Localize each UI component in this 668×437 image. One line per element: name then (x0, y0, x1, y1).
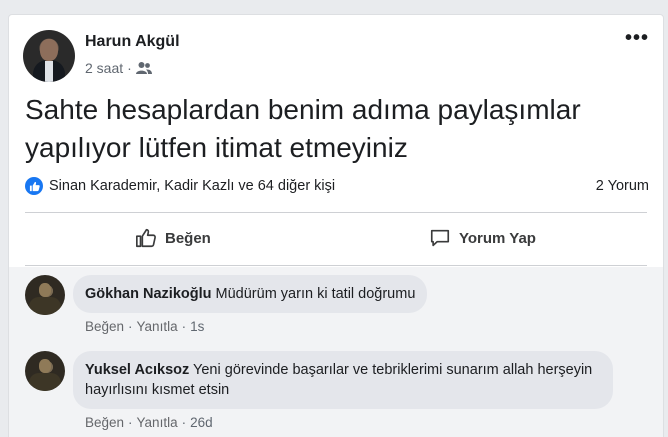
comment-reply-link[interactable]: Yanıtla (137, 319, 178, 334)
commenter-name[interactable]: Yuksel Acıksoz (85, 362, 189, 378)
meta-separator: · (127, 60, 132, 76)
like-reaction-icon (25, 177, 43, 195)
comment-time[interactable]: 26d (190, 415, 213, 430)
comment-bubble: Gökhan Nazikoğlu Müdürüm yarın ki tatil … (73, 275, 428, 313)
comment-count[interactable]: 2 Yorum (596, 178, 649, 194)
like-label: Beğen (165, 229, 211, 247)
post-text: Sahte hesaplardan benim adıma paylaşımla… (25, 94, 581, 163)
comment-like-link[interactable]: Beğen (85, 415, 124, 430)
author-name[interactable]: Harun Akgül (85, 33, 180, 51)
divider (25, 265, 647, 266)
comment-button[interactable]: Yorum Yap (429, 227, 536, 249)
commenter-name[interactable]: Gökhan Nazikoğlu (85, 286, 212, 302)
author-avatar[interactable] (23, 30, 75, 82)
post-time[interactable]: 2 saat (85, 60, 123, 76)
reactions-text: Sinan Karademir, Kadir Kazlı ve 64 diğer… (49, 178, 336, 194)
comment-actions: Beğen · Yanıtla · 26d (85, 415, 213, 430)
comment-icon (430, 229, 450, 247)
comment-reply-link[interactable]: Yanıtla (137, 415, 178, 430)
thumbs-up-icon (136, 228, 156, 248)
comment-actions: Beğen · Yanıtla · 1s (85, 319, 204, 334)
comment-label: Yorum Yap (459, 229, 536, 247)
reactions-summary[interactable]: Sinan Karademir, Kadir Kazlı ve 64 diğer… (25, 177, 335, 195)
comment-action-separator: · (128, 319, 133, 334)
comment-time[interactable]: 1s (190, 319, 204, 334)
like-button[interactable]: Beğen (135, 227, 211, 249)
comments-section: Gökhan Nazikoğlu Müdürüm yarın ki tatil … (9, 267, 663, 437)
divider (25, 212, 647, 213)
comment-like-link[interactable]: Beğen (85, 319, 124, 334)
comment-action-separator: · (181, 319, 187, 334)
comment-action-separator: · (128, 415, 133, 430)
comment-action-separator: · (181, 415, 187, 430)
post-meta: 2 saat · (85, 60, 152, 76)
post-card: Harun Akgül 2 saat · ••• Sahte hesaplard… (8, 14, 664, 437)
commenter-avatar[interactable] (25, 351, 65, 391)
more-options-icon[interactable]: ••• (625, 28, 649, 48)
commenter-avatar[interactable] (25, 275, 65, 315)
audience-friends-icon[interactable] (135, 61, 152, 75)
comment-bubble: Yuksel Acıksoz Yeni görevinde başarılar … (73, 351, 613, 409)
comment-text: Müdürüm yarın ki tatil doğrumu (215, 286, 416, 302)
